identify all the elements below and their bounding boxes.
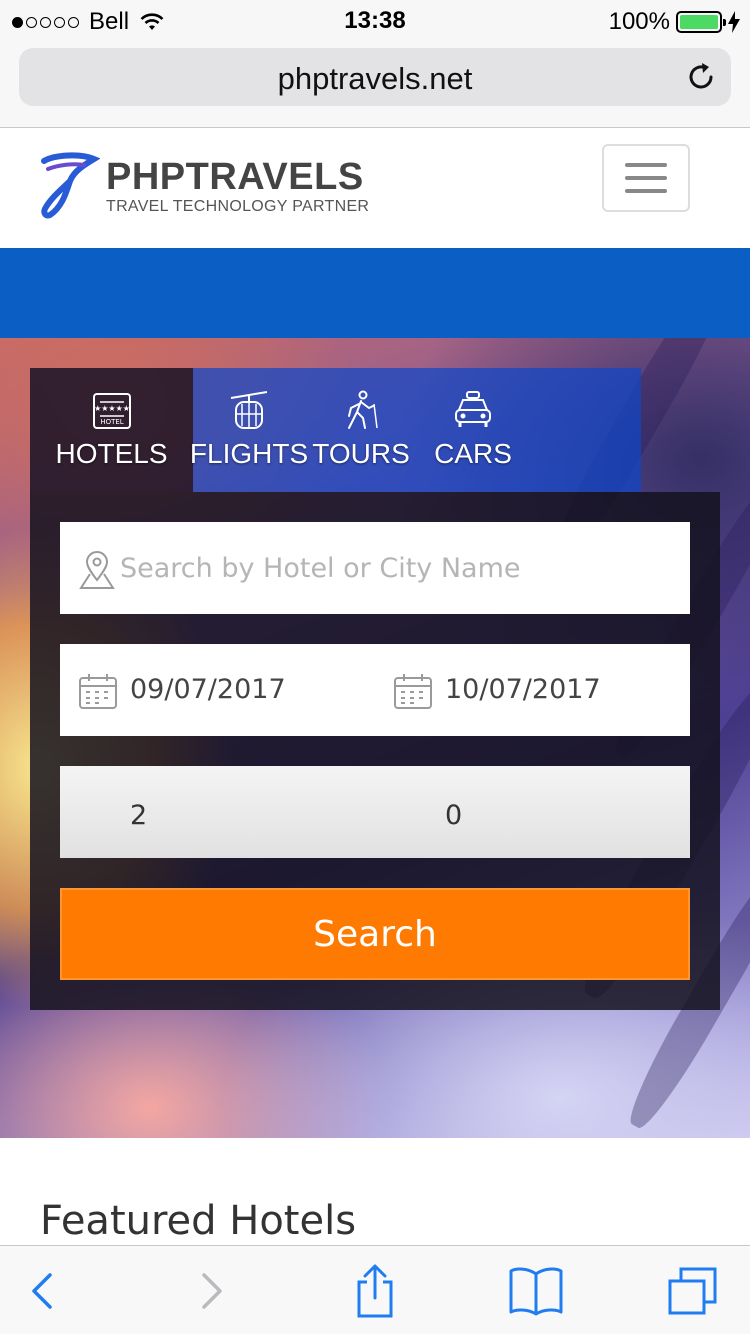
battery-level [680,15,718,29]
tabs-button[interactable] [666,1264,720,1318]
menu-toggle-button[interactable] [602,144,690,212]
back-chevron-icon [32,1273,52,1309]
site-header: PHPTRAVELS TRAVEL TECHNOLOGY PARTNER [0,129,750,248]
menu-bar [625,189,667,193]
checkin-date-field[interactable]: 09/07/2017 [60,644,375,736]
tab-label: FLIGHTS [189,438,309,469]
menu-bar [625,176,667,180]
battery-percent: 100% [608,8,670,35]
tabs-icon [668,1267,717,1315]
children-select[interactable]: 0 [375,766,690,858]
map-pin-icon [79,551,115,589]
checkout-date-value: 10/07/2017 [445,674,601,705]
browser-address-area: phptravels.net [0,40,750,128]
battery-group: 100% [609,8,740,36]
menu-bar [625,163,667,167]
blue-banner [0,248,750,338]
tab-label: HOTELS [55,438,168,469]
bookmarks-book-icon [509,1267,563,1316]
search-tabs: HOTEL ★★★★★ HOTELS FLIGHTS TOURS CARS [30,368,641,492]
cable-car-icon [230,391,268,429]
checkin-date-value: 09/07/2017 [130,674,286,705]
calendar-icon [79,674,117,709]
hotel-search-panel: 09/07/2017 10/07/2017 2 0 Search [30,492,720,1010]
svg-text:HOTEL: HOTEL [100,418,123,426]
back-button[interactable] [16,1264,70,1318]
tab-label: TOURS [312,438,410,469]
tab-cars[interactable]: CARS [417,368,529,492]
forward-button[interactable] [184,1264,238,1318]
taxi-icon [455,391,491,427]
reload-icon[interactable] [685,61,717,93]
calendar-icon [394,674,432,709]
checkout-date-field[interactable]: 10/07/2017 [375,644,690,736]
url-text[interactable]: phptravels.net [19,61,731,97]
status-bar: Bell 13:38 100% [0,0,750,40]
logo-mark-icon [41,152,100,219]
logo-text: PHPTRAVELS TRAVEL TECHNOLOGY PARTNER [106,156,369,216]
browser-toolbar [0,1245,750,1334]
share-icon [357,1264,393,1318]
tab-flights[interactable]: FLIGHTS [189,368,309,492]
tab-tours[interactable]: TOURS [305,368,417,492]
bookmarks-button[interactable] [506,1264,566,1318]
adults-select[interactable]: 2 [60,766,375,858]
tab-label: CARS [434,438,512,469]
logo-subtitle: TRAVEL TECHNOLOGY PARTNER [106,198,370,215]
featured-hotels-heading: Featured Hotels [40,1198,357,1244]
address-bar[interactable]: phptravels.net [19,48,731,106]
inactive-tabs: FLIGHTS TOURS CARS [189,368,641,492]
guest-fields: 2 0 [60,766,690,858]
location-input[interactable] [120,544,670,592]
date-fields: 09/07/2017 10/07/2017 [60,644,690,736]
forward-chevron-icon [202,1273,222,1309]
site-logo[interactable]: PHPTRAVELS TRAVEL TECHNOLOGY PARTNER [40,151,369,221]
location-field[interactable] [60,522,690,614]
children-value: 0 [445,800,463,831]
hiker-icon [348,390,378,429]
logo-title: PHPTRAVELS [106,156,364,198]
charging-bolt-icon [728,11,740,33]
hero-section: HOTEL ★★★★★ HOTELS FLIGHTS TOURS CARS Se… [0,338,750,1138]
search-button[interactable]: Search [60,888,690,980]
svg-text:★★★★★: ★★★★★ [94,404,130,413]
adults-value: 2 [130,800,148,831]
hotel-icon: HOTEL ★★★★★ [92,393,131,429]
tab-hotels[interactable]: HOTEL ★★★★★ HOTELS [30,368,193,492]
battery-icon [676,11,726,33]
share-button[interactable] [348,1264,402,1318]
